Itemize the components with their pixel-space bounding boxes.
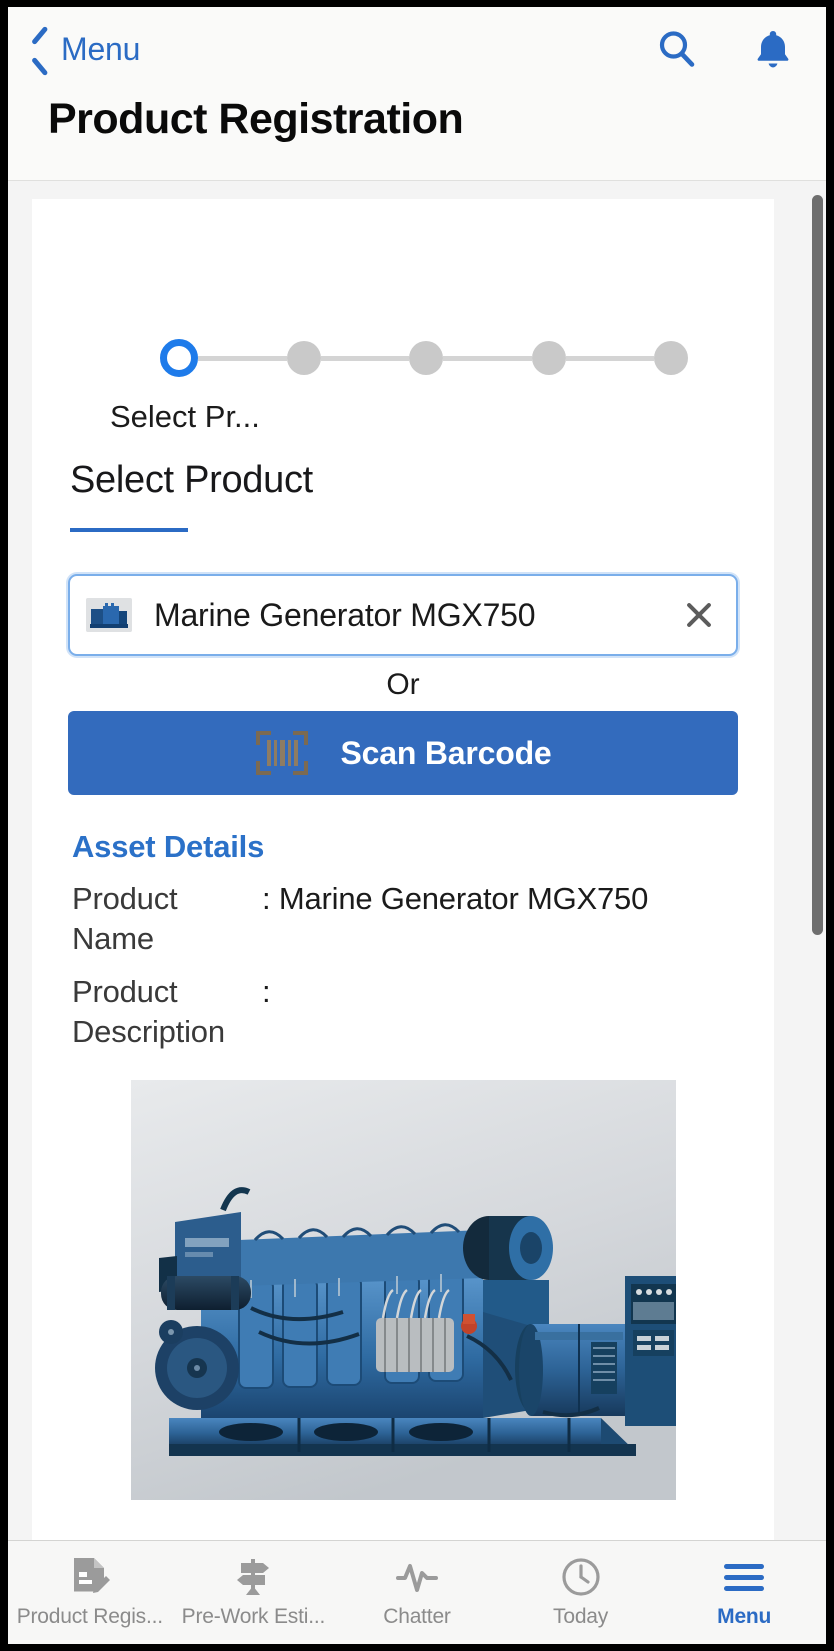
page-title-container: Product Registration <box>8 91 826 178</box>
search-button[interactable] <box>654 26 700 72</box>
search-icon <box>659 31 695 67</box>
product-lookup-field[interactable]: Marine Generator MGX750 <box>68 574 738 656</box>
asset-detail-label: Product Name <box>72 881 178 956</box>
asset-detail-value-text: Marine Generator MGX750 <box>278 881 649 916</box>
tab-product-registration[interactable]: Product Regis... <box>8 1541 172 1644</box>
document-edit-icon <box>70 1556 110 1598</box>
app-screen: Menu Product Registration Select Pr... S… <box>8 7 826 1644</box>
scan-barcode-button[interactable]: Scan Barcode <box>68 711 738 795</box>
notifications-button[interactable] <box>750 26 796 72</box>
bell-icon <box>757 31 789 68</box>
tab-label: Product Regis... <box>16 1605 163 1628</box>
asset-detail-row-product-description: Product Description : <box>72 972 744 1051</box>
asset-details-section: Asset Details Product Name : Marine Gene… <box>32 795 774 1052</box>
asset-details-title: Asset Details <box>72 829 265 864</box>
or-divider-label: Or <box>386 668 420 701</box>
back-to-menu-button[interactable]: Menu <box>30 31 140 68</box>
registration-card: Select Pr... Select Product Marine Gener… <box>32 199 774 1540</box>
back-button-label: Menu <box>61 30 141 67</box>
header-top-bar: Menu <box>8 7 826 91</box>
tab-menu[interactable]: Menu <box>662 1541 826 1644</box>
stepper-current-label: Select Pr... <box>110 399 260 434</box>
vertical-scrollbar <box>812 181 823 1540</box>
scrollable-content-area[interactable]: Select Pr... Select Product Marine Gener… <box>8 181 826 1540</box>
asset-detail-label: Product Description <box>72 974 225 1050</box>
stepper-node-4[interactable] <box>531 341 566 375</box>
section-heading-container: Select Product <box>32 429 774 532</box>
tab-label: Menu <box>717 1605 772 1628</box>
stepper-line-4 <box>565 355 654 361</box>
bottom-tab-bar: Product Regis... Pre-Work Esti... Chatte… <box>8 1540 826 1644</box>
tab-label: Chatter <box>383 1605 451 1628</box>
stepper-line-3 <box>443 355 532 361</box>
hamburger-icon <box>721 1556 767 1598</box>
chevron-left-icon <box>30 32 52 66</box>
app-header: Menu Product Registration <box>8 7 826 181</box>
tab-today[interactable]: Today <box>499 1541 663 1644</box>
tab-label: Pre-Work Esti... <box>181 1605 326 1628</box>
stepper-track <box>32 339 774 377</box>
stepper-line-1 <box>198 355 287 361</box>
asset-detail-value: : <box>262 972 744 1012</box>
tab-label: Today <box>553 1605 609 1628</box>
product-thumbnail-icon <box>86 598 132 632</box>
stepper-node-1[interactable] <box>160 339 198 377</box>
scan-barcode-label: Scan Barcode <box>340 734 552 771</box>
clock-icon <box>560 1556 602 1598</box>
pulse-icon <box>395 1556 439 1598</box>
progress-stepper: Select Pr... <box>32 199 774 434</box>
product-image-container <box>32 1052 774 1500</box>
barcode-scan-icon <box>256 731 309 775</box>
stepper-line-2 <box>320 355 409 361</box>
product-lookup-container: Marine Generator MGX750 Or Scan Barcode <box>32 532 774 795</box>
close-icon[interactable] <box>682 598 716 632</box>
asset-detail-separator: : <box>262 974 271 1010</box>
tab-chatter[interactable]: Chatter <box>335 1541 499 1644</box>
asset-detail-separator: : <box>262 881 271 916</box>
stepper-node-2[interactable] <box>286 341 321 375</box>
product-image <box>130 1079 676 1500</box>
tab-pre-work-estimation[interactable]: Pre-Work Esti... <box>172 1541 336 1644</box>
device-frame: Menu Product Registration Select Pr... S… <box>0 0 834 1651</box>
section-heading: Select Product <box>70 459 313 501</box>
asset-detail-value: : Marine Generator MGX750 <box>262 879 744 919</box>
asset-detail-row-product-name: Product Name : Marine Generator MGX750 <box>72 879 744 958</box>
product-lookup-value: Marine Generator MGX750 <box>154 596 536 633</box>
header-actions <box>654 26 796 72</box>
signpost-icon <box>233 1556 273 1598</box>
stepper-node-3[interactable] <box>409 341 443 375</box>
stepper-node-5[interactable] <box>654 341 688 375</box>
vertical-scrollbar-thumb[interactable] <box>812 195 823 935</box>
page-title: Product Registration <box>48 95 464 143</box>
